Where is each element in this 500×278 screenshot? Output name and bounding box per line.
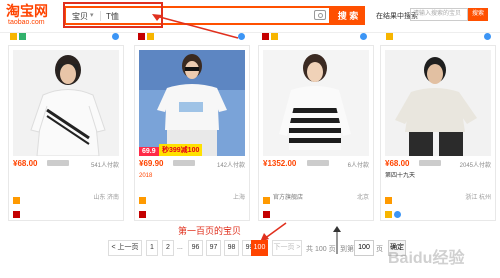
product-image[interactable] (385, 50, 491, 156)
page-ellipsis: ... (177, 244, 183, 251)
product-title[interactable] (13, 172, 119, 188)
product-title[interactable]: 2018 (139, 172, 245, 188)
shop-search-button[interactable]: 搜索 (468, 8, 488, 21)
badge-icons (13, 206, 22, 224)
tmall-icon (139, 211, 146, 219)
tmall-icon (138, 33, 145, 40)
product-image[interactable] (263, 50, 369, 156)
badge-icons (385, 206, 403, 224)
gold-seller-icon (385, 211, 392, 219)
row-icons (386, 33, 395, 43)
product-card[interactable]: ¥1352.00 6人付款 官方旗舰店 北京 (258, 45, 374, 221)
sold-count: 6人付款 (347, 163, 369, 169)
product-title[interactable]: 第四十九天 (385, 172, 491, 188)
gold-seller-icon (386, 33, 393, 40)
taobao-logo-sub: taobao.com (8, 19, 45, 26)
sold-count: 2045人付款 (459, 163, 491, 169)
annotation-arrow (152, 14, 239, 39)
wangwang-icon[interactable] (112, 33, 119, 40)
page-96[interactable]: 96 (188, 240, 203, 256)
gold-seller-icon (271, 33, 278, 40)
promo-discount-tag: 秒399减100 (159, 144, 203, 156)
page-2[interactable]: 2 (162, 240, 174, 256)
sold-count: 541人付款 (90, 163, 119, 169)
price-badge (307, 160, 329, 166)
row-icons (262, 33, 280, 43)
product-price: ¥68.00 (13, 159, 38, 168)
next-page-button: 下一页 > (272, 240, 302, 256)
sold-count: 142人付款 (216, 163, 245, 169)
row-icons (112, 33, 121, 43)
shop-location: 浙江 杭州 (465, 195, 491, 201)
annotation-box (63, 2, 163, 28)
row-icons (138, 33, 156, 43)
row-icons (360, 33, 369, 43)
page-100-current[interactable]: 100 (251, 240, 268, 256)
promo-price-tag: 69.9 (139, 147, 159, 156)
product-card[interactable]: 69.9 秒399减100 ¥69.90 142人付款 2018 上海 (134, 45, 250, 221)
page-98[interactable]: 98 (224, 240, 239, 256)
wangwang-icon[interactable] (394, 211, 401, 219)
goto-label: 到第 (340, 246, 354, 253)
price-badge (173, 160, 195, 166)
page-97[interactable]: 97 (206, 240, 221, 256)
price-badge (47, 160, 69, 166)
shop-location: 山东 济南 (93, 195, 119, 201)
annotation-label: 第一百页的宝贝 (178, 226, 242, 236)
prev-page-button[interactable]: < 上一页 (108, 240, 142, 256)
shop-name[interactable]: 官方旗舰店 (273, 192, 303, 201)
total-pages: 共 100 页 (306, 246, 336, 253)
watermark: Baidu经验 (388, 250, 465, 267)
product-card[interactable]: ¥68.00 2045人付款 第四十九天 浙江 杭州 (380, 45, 496, 221)
product-image[interactable]: 69.9 秒399减100 (139, 50, 245, 156)
goto-page-input[interactable]: 100 (354, 240, 374, 256)
tmall-icon (263, 211, 270, 219)
wangwang-icon[interactable] (360, 33, 367, 40)
shop-location: 上海 (232, 195, 245, 201)
tmall-icon (13, 211, 20, 219)
gold-seller-icon (147, 33, 154, 40)
shop-search-input[interactable]: 请输入搜索的宝贝 (410, 8, 468, 21)
gold-seller-icon (10, 33, 17, 40)
page-1[interactable]: 1 (146, 240, 158, 256)
taobao-logo[interactable]: 淘宝网 (6, 4, 48, 18)
shop-location: 北京 (356, 195, 369, 201)
wangwang-icon[interactable] (484, 33, 491, 40)
product-title[interactable] (263, 172, 369, 188)
badge-icons (139, 206, 148, 224)
product-price: ¥69.90 (139, 159, 164, 168)
row-icons (484, 33, 493, 43)
price-badge (419, 160, 441, 166)
row-icons (238, 33, 247, 43)
row-icons (10, 33, 28, 43)
camera-icon[interactable] (314, 10, 326, 20)
guarantee-icon (19, 33, 26, 40)
product-image[interactable] (13, 50, 119, 156)
product-price: ¥1352.00 (263, 159, 297, 168)
page-unit: 页 (376, 246, 383, 253)
tmall-icon (262, 33, 269, 40)
wangwang-icon[interactable] (238, 33, 245, 40)
product-card[interactable]: ¥68.00 541人付款 山东 济南 (8, 45, 124, 221)
search-button[interactable]: 搜 索 (331, 6, 365, 25)
product-price: ¥68.00 (385, 159, 410, 168)
